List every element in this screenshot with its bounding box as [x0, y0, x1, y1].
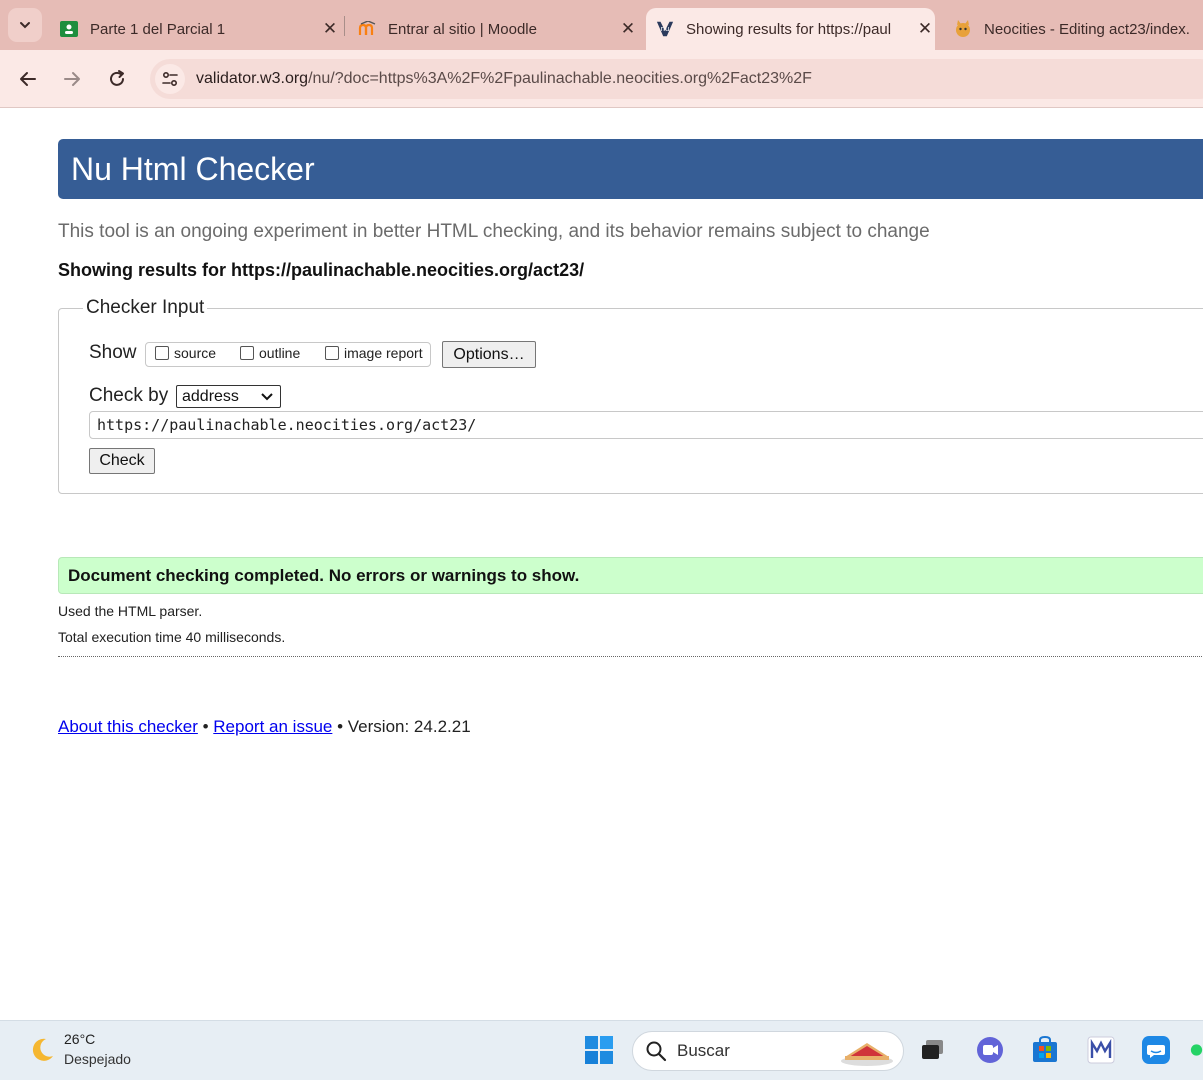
- site-info-icon[interactable]: [155, 64, 185, 94]
- neocities-icon: [954, 20, 972, 38]
- close-icon[interactable]: ✕: [320, 19, 340, 39]
- reload-icon: [110, 70, 124, 86]
- check-by-label: Check by: [89, 385, 169, 406]
- footer: About this checker • Report an issue • V…: [58, 717, 471, 737]
- options-button[interactable]: Options…: [442, 341, 536, 368]
- forward-button[interactable]: [56, 63, 88, 95]
- messaging-app-icon[interactable]: [1141, 1035, 1171, 1065]
- weather-temperature[interactable]: 26°C: [64, 1031, 95, 1047]
- search-icon: [646, 1041, 667, 1062]
- svg-text:nu: nu: [660, 24, 669, 33]
- check-by-select[interactable]: address: [176, 385, 281, 408]
- tab-title: Neocities - Editing act23/index.: [984, 20, 1190, 38]
- google-classroom-icon: [60, 20, 78, 38]
- chevron-down-icon: [20, 22, 30, 29]
- header-banner: Nu Html Checker: [58, 139, 1203, 199]
- arrow-right-icon: [64, 72, 80, 86]
- show-label: Show: [89, 342, 137, 363]
- tab-separator: [344, 16, 345, 36]
- url-text: validator.w3.org/nu/?doc=https%3A%2F%2Fp…: [196, 70, 812, 88]
- checker-input-fieldset: Checker Input Show source outline image …: [58, 297, 1203, 494]
- weather-moon-icon[interactable]: [26, 1035, 56, 1065]
- reload-button[interactable]: [101, 63, 133, 95]
- back-button[interactable]: [12, 63, 44, 95]
- check-by-value: address: [182, 387, 239, 405]
- about-checker-link[interactable]: About this checker: [58, 717, 198, 736]
- close-icon[interactable]: ✕: [915, 19, 935, 39]
- task-view-icon[interactable]: [918, 1035, 948, 1065]
- show-image-report-checkbox[interactable]: image report: [325, 345, 423, 361]
- success-message: Document checking completed. No errors o…: [58, 557, 1203, 594]
- url-path: /nu/?doc=https%3A%2F%2Fpaulinachable.neo…: [308, 70, 812, 87]
- taskbar-search[interactable]: Buscar: [632, 1031, 904, 1071]
- arrow-left-icon: [20, 72, 36, 86]
- page-content: Nu Html Checker This tool is an ongoing …: [0, 109, 1203, 1020]
- tab-moodle[interactable]: Entrar al sitio | Moodle ✕: [348, 8, 638, 50]
- windows-start-icon[interactable]: [584, 1035, 614, 1065]
- divider: [58, 656, 1203, 657]
- tab-title: Entrar al sitio | Moodle: [388, 20, 537, 38]
- checkbox[interactable]: [155, 346, 169, 360]
- taskbar: 26°C Despejado Buscar: [0, 1020, 1203, 1080]
- page-title: Nu Html Checker: [71, 151, 315, 187]
- show-source-checkbox[interactable]: source: [155, 345, 216, 361]
- checkbox[interactable]: [325, 346, 339, 360]
- execution-time: Total execution time 40 milliseconds.: [58, 629, 286, 645]
- teams-chat-icon[interactable]: [975, 1035, 1005, 1065]
- cherry-pie-icon: [841, 1043, 893, 1066]
- url-input[interactable]: https://paulinachable.neocities.org/act2…: [89, 411, 1203, 439]
- whatsapp-icon[interactable]: [1190, 1035, 1203, 1065]
- w3c-validator-icon: nu: [656, 20, 674, 38]
- tab-classroom[interactable]: Parte 1 del Parcial 1 ✕: [50, 8, 340, 50]
- app-m-icon[interactable]: [1086, 1035, 1116, 1065]
- weather-description[interactable]: Despejado: [64, 1051, 131, 1067]
- browser-tab-strip: Parte 1 del Parcial 1 ✕ Entrar al sitio …: [0, 0, 1203, 50]
- browser-toolbar: validator.w3.org/nu/?doc=https%3A%2F%2Fp…: [0, 50, 1203, 108]
- footer-separator: •: [202, 717, 209, 736]
- moodle-icon: [358, 20, 376, 38]
- checkbox-label: outline: [259, 345, 301, 361]
- checkbox-label: image report: [344, 345, 423, 361]
- show-options-group: source outline image report: [145, 342, 431, 367]
- parser-info: Used the HTML parser.: [58, 603, 203, 619]
- report-issue-link[interactable]: Report an issue: [213, 717, 332, 736]
- footer-separator: •: [337, 717, 344, 736]
- tab-title: Parte 1 del Parcial 1: [90, 20, 226, 38]
- checkbox[interactable]: [240, 346, 254, 360]
- chevron-down-icon: [261, 393, 273, 401]
- tab-neocities[interactable]: Neocities - Editing act23/index.: [944, 8, 1203, 50]
- showing-results-heading: Showing results for https://paulinachabl…: [58, 260, 585, 280]
- checkbox-label: source: [174, 345, 217, 361]
- tab-search-button[interactable]: [8, 8, 42, 42]
- search-placeholder: Buscar: [677, 1041, 730, 1060]
- microsoft-store-icon[interactable]: [1030, 1035, 1060, 1065]
- close-icon[interactable]: ✕: [618, 19, 638, 39]
- tagline: This tool is an ongoing experiment in be…: [58, 221, 930, 242]
- version-text: Version: 24.2.21: [347, 717, 471, 736]
- address-bar[interactable]: validator.w3.org/nu/?doc=https%3A%2F%2Fp…: [150, 59, 1203, 99]
- check-button[interactable]: Check: [89, 448, 155, 474]
- url-host: validator.w3.org: [196, 70, 309, 87]
- show-outline-checkbox[interactable]: outline: [240, 345, 300, 361]
- tab-validator[interactable]: nu Showing results for https://paul ✕: [646, 8, 935, 50]
- tab-title: Showing results for https://paul: [686, 20, 892, 38]
- fieldset-legend: Checker Input: [83, 297, 208, 319]
